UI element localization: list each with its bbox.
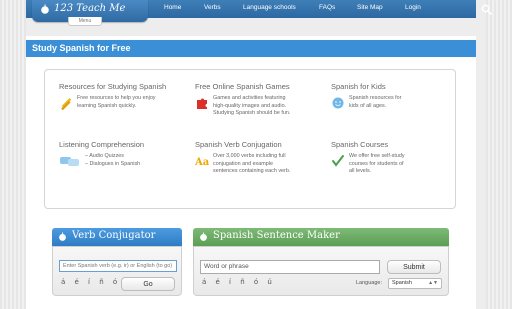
nav-verbs[interactable]: Verbs (204, 4, 221, 11)
go-button[interactable]: Go (121, 277, 175, 291)
resource-desc: Spanish resources for kids of all ages. (349, 95, 402, 109)
language-value: Spanish (392, 280, 412, 286)
svg-text:Aa: Aa (195, 157, 209, 168)
nav-language-schools[interactable]: Language schools (243, 4, 296, 11)
verb-input[interactable]: Enter Spanish verb (e.g. ir) or English … (59, 260, 177, 272)
resource-title[interactable]: Listening Comprehension (59, 140, 189, 149)
resource-title[interactable]: Spanish for Kids (331, 82, 451, 91)
aa-icon: Aa (195, 157, 209, 168)
logo-text: 123 Teach Me (54, 3, 126, 14)
pencils-icon (61, 98, 72, 110)
resource-title[interactable]: Spanish Courses (331, 140, 451, 149)
page-title: Study Spanish for Free (32, 43, 131, 53)
resource-desc: Over 3,000 verbs including full conjugati… (213, 153, 291, 174)
accent-buttons[interactable]: á é í ñ ó ú (202, 278, 275, 286)
nav-login[interactable]: Login (405, 4, 421, 11)
verb-conjugator-header: Verb Conjugator (52, 228, 182, 246)
resource-kids[interactable]: Spanish for Kids Spanish resources for ki… (331, 82, 451, 122)
resource-studying-spanish[interactable]: Resources for Studying Spanish Free reso… (59, 82, 189, 122)
search-icon[interactable] (474, 0, 498, 18)
resource-online-games[interactable]: Free Online Spanish Games Games and acti… (195, 82, 325, 122)
verb-conjugator-body: Enter Spanish verb (e.g. ir) or English … (52, 246, 182, 296)
resource-desc: Games and activities featuring high-quali… (213, 95, 291, 116)
submit-button[interactable]: Submit (387, 260, 441, 274)
resource-desc: We offer free self-study courses for stud… (349, 153, 405, 174)
language-select[interactable]: Spanish ▲▼ (388, 278, 442, 289)
apple-logo-icon (41, 4, 49, 14)
nav-home[interactable]: Home (164, 4, 181, 11)
chevron-down-icon: ▲▼ (428, 280, 438, 286)
sentence-maker-body: Word or phrase Submit á é í ñ ó ú Langua… (193, 246, 449, 296)
nav-site-map[interactable]: Site Map (357, 4, 383, 11)
page-title-bar: Study Spanish for Free (26, 40, 476, 57)
resource-title[interactable]: Spanish Verb Conjugation (195, 140, 325, 149)
language-label: Language: (356, 280, 382, 286)
nav-faqs[interactable]: FAQs (319, 4, 335, 11)
sentence-maker-title: Spanish Sentence Maker (213, 230, 340, 241)
verb-conjugator-title: Verb Conjugator (72, 230, 156, 241)
resource-title[interactable]: Resources for Studying Spanish (59, 82, 189, 91)
resource-desc: – Audio Quizzes – Dialogues in Spanish (85, 153, 141, 167)
apple-icon (200, 232, 207, 241)
menu-button[interactable]: Menu (68, 17, 102, 26)
resource-desc: Free resources to help you enjoy learning… (77, 95, 156, 109)
resource-listening[interactable]: Listening Comprehension – Audio Quizzes –… (59, 140, 189, 180)
smiley-icon (332, 97, 344, 109)
resources-panel: Resources for Studying Spanish Free reso… (44, 69, 456, 209)
left-background-stripe (0, 0, 26, 309)
checkmark-icon (332, 155, 344, 167)
resource-courses[interactable]: Spanish Courses We offer free self-study… (331, 140, 451, 180)
apple-icon (59, 232, 66, 241)
sentence-maker-header: Spanish Sentence Maker (193, 228, 449, 246)
resource-title[interactable]: Free Online Spanish Games (195, 82, 325, 91)
speech-bubbles-icon (60, 157, 79, 166)
puzzle-icon (197, 98, 207, 109)
right-background-stripe (486, 0, 512, 309)
phrase-input[interactable]: Word or phrase (200, 260, 380, 274)
resource-verb-conjugation[interactable]: Spanish Verb Conjugation Aa Over 3,000 v… (195, 140, 325, 180)
